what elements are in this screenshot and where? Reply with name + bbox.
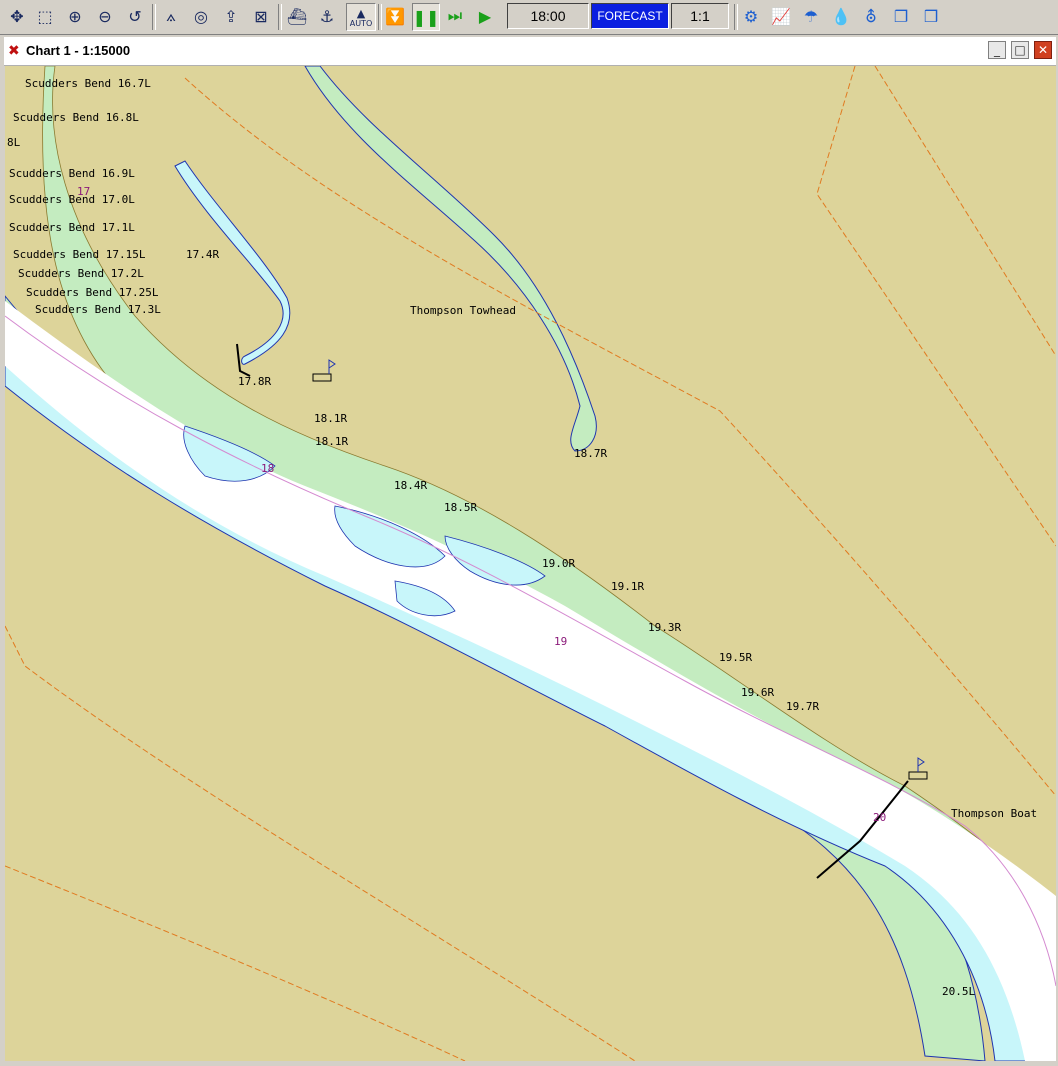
bank-label[interactable]: Scudders Bend 17.2L xyxy=(18,267,144,280)
zoom-out-icon[interactable]: ⊖ xyxy=(92,3,118,29)
stop-icon[interactable]: ⏬ xyxy=(382,3,408,29)
minimize-button[interactable]: _ xyxy=(988,41,1006,59)
bank-label[interactable]: 19.1R xyxy=(611,580,644,593)
mile-marker: 18 xyxy=(261,462,274,475)
route-icon[interactable]: ⛢ xyxy=(858,3,884,29)
pan-icon[interactable]: ✥ xyxy=(4,3,30,29)
bank-label[interactable]: Scudders Bend 17.1L xyxy=(9,221,135,234)
chart-app-icon: ✖ xyxy=(8,42,20,58)
auto-label: AUTO xyxy=(349,18,373,28)
bank-label[interactable]: Scudders Bend 16.7L xyxy=(25,77,151,90)
bank-label[interactable]: Scudders Bend 17.15L xyxy=(13,248,146,261)
mile-marker: 17 xyxy=(77,185,90,198)
bank-label[interactable]: 19.0R xyxy=(542,557,575,570)
bank-label[interactable]: 18.4R xyxy=(394,479,427,492)
place-label[interactable]: Thompson Boat xyxy=(951,807,1037,820)
vessel-icon[interactable]: ⛴ xyxy=(284,3,310,29)
water-level-icon[interactable]: 💧 xyxy=(828,3,854,29)
bank-label[interactable]: 18.1R xyxy=(314,412,347,425)
chart-icon[interactable]: 📈 xyxy=(768,3,794,29)
window-icon[interactable]: ❒ xyxy=(918,3,944,29)
forecast-button[interactable]: FORECAST xyxy=(591,3,669,29)
bank-label[interactable]: 19.7R xyxy=(786,700,819,713)
bank-label[interactable]: 18.7R xyxy=(574,447,607,460)
target-icon[interactable]: ◎ xyxy=(188,3,214,29)
bank-label[interactable]: 8L xyxy=(7,136,21,149)
bank-label[interactable]: 19.6R xyxy=(741,686,774,699)
bank-label[interactable]: Scudders Bend 17.0L xyxy=(9,193,135,206)
bank-label[interactable]: Scudders Bend 16.9L xyxy=(9,167,135,180)
chart-titlebar: ✖ Chart 1 - 1:15000 _ □ ✕ xyxy=(4,37,1056,66)
pause-icon[interactable]: ❚❚ xyxy=(412,3,440,31)
bank-label[interactable]: Scudders Bend 17.25L xyxy=(26,286,159,299)
copy-icon[interactable]: ❐ xyxy=(888,3,914,29)
export-icon[interactable]: ⇪ xyxy=(218,3,244,29)
bank-label[interactable]: Scudders Bend 17.3L xyxy=(35,303,161,316)
bank-label[interactable]: 19.3R xyxy=(648,621,681,634)
auto-track-button[interactable]: ▲ AUTO xyxy=(346,3,376,31)
weather-icon[interactable]: ☂ xyxy=(798,3,824,29)
place-label[interactable]: Thompson Towhead xyxy=(410,304,516,317)
fast-forward-icon[interactable]: ⏭ xyxy=(442,3,468,29)
play-icon[interactable]: ▶ xyxy=(472,3,498,29)
river-chart-map[interactable]: Scudders Bend 16.7L Scudders Bend 16.8L … xyxy=(4,65,1057,1062)
boat-icon: ▲ xyxy=(356,6,366,20)
measure-icon[interactable]: ⟑ xyxy=(158,3,184,29)
bank-label[interactable]: Scudders Bend 16.8L xyxy=(13,111,139,124)
chart-canvas[interactable]: Scudders Bend 16.7L Scudders Bend 16.8L … xyxy=(4,65,1057,1062)
bank-label[interactable]: 20.5L xyxy=(942,985,975,998)
mile-marker: 20 xyxy=(873,811,886,824)
compass-icon[interactable]: ⚙ xyxy=(738,3,764,29)
bank-label[interactable]: 18.5R xyxy=(444,501,477,514)
rotate-icon[interactable]: ↺ xyxy=(122,3,148,29)
bank-label[interactable]: 19.5R xyxy=(719,651,752,664)
mile-marker: 19 xyxy=(554,635,567,648)
bank-label[interactable]: 17.8R xyxy=(238,375,271,388)
delete-icon[interactable]: ⊠ xyxy=(248,3,274,29)
bank-label[interactable]: 18.1R xyxy=(315,435,348,448)
toolbar-separator xyxy=(152,4,156,30)
zoom-in-icon[interactable]: ⊕ xyxy=(62,3,88,29)
toolbar-separator xyxy=(278,4,282,30)
select-icon[interactable]: ⬚ xyxy=(32,3,58,29)
maximize-button[interactable]: □ xyxy=(1011,41,1029,59)
close-button[interactable]: ✕ xyxy=(1034,41,1052,59)
bank-label[interactable]: 17.4R xyxy=(186,248,219,261)
tow-icon[interactable]: ⚓ xyxy=(314,3,340,29)
chart-title: Chart 1 - 1:15000 xyxy=(26,43,131,58)
time-ratio-display[interactable]: 1:1 xyxy=(671,3,729,29)
time-display[interactable]: 18:00 xyxy=(507,3,589,29)
main-toolbar: ✥ ⬚ ⊕ ⊖ ↺ ⟑ ◎ ⇪ ⊠ ⛴ ⚓ ▲ AUTO ⏬ ❚❚ ⏭ ▶ 18… xyxy=(0,0,1058,35)
